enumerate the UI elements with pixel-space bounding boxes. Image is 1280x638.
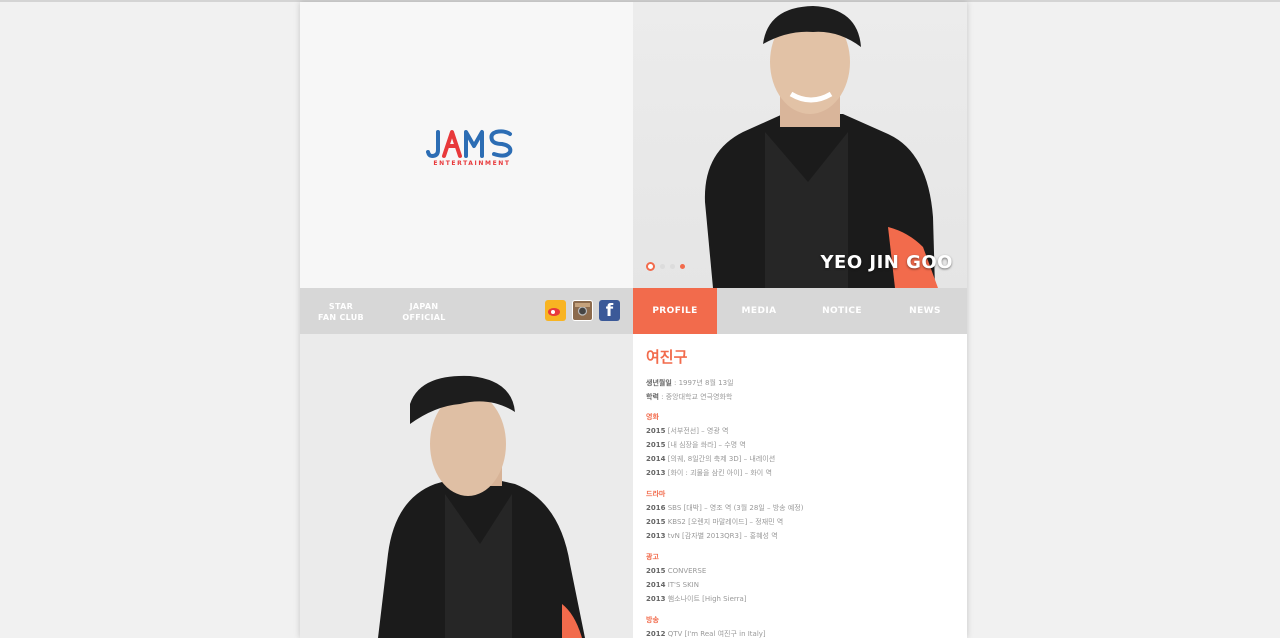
tab-profile[interactable]: PROFILE [633, 288, 717, 340]
slide-dot-3[interactable] [670, 264, 675, 269]
instagram-icon[interactable] [572, 300, 593, 321]
ad-item-3: 2013 햄소나이트 [High Sierra] [646, 595, 747, 603]
tab-news[interactable]: NEWS [883, 288, 967, 334]
movie-item-3: 2014 [의궤, 8일간의 축제 3D] – 내레이션 [646, 455, 776, 463]
jams-logo[interactable]: ENTERTAINMENT [426, 128, 518, 172]
movie-item-4: 2013 [화이 : 괴물을 삼킨 아이] – 화이 역 [646, 469, 772, 477]
slide-dot-2[interactable] [660, 264, 665, 269]
profile-photo [300, 334, 633, 638]
profile-portrait-image [378, 375, 585, 638]
section-ad-title: 광고 [646, 553, 659, 561]
weibo-icon[interactable] [545, 300, 566, 321]
broadcast-item-1: 2012 QTV [I'm Real 여진구 in Italy] [646, 630, 766, 638]
left-nav-bar: STAR FAN CLUB JAPAN OFFICIAL f [300, 288, 633, 334]
drama-item-1: 2016 SBS [대박] – 영조 역 (3월 28일 – 방송 예정) [646, 504, 804, 512]
ad-item-2: 2014 IT'S SKIN [646, 581, 699, 589]
slide-indicators [646, 262, 685, 271]
logo-panel: ENTERTAINMENT [300, 2, 633, 288]
birth-row: 생년월일 : 1997년 8월 13일 [646, 379, 734, 387]
logo-subtitle: ENTERTAINMENT [433, 160, 511, 167]
page-container: ENTERTAINMENT YEO JIN GOO STAR FAN CLUB [300, 2, 967, 638]
profile-name: 여진구 [646, 348, 688, 366]
ad-item-1: 2015 CONVERSE [646, 567, 707, 575]
slide-dot-1[interactable] [646, 262, 655, 271]
hero-portrait-image [704, 6, 938, 288]
hero-name-label: YEO JIN GOO [820, 252, 953, 273]
section-broadcast-title: 방송 [646, 616, 659, 624]
education-row: 학력 : 중앙대학교 연극영화학 [646, 393, 733, 401]
hero-slideshow[interactable]: YEO JIN GOO [633, 2, 967, 288]
tab-bar: PROFILE MEDIA NOTICE NEWS [633, 288, 967, 340]
drama-item-2: 2015 KBS2 [오렌지 마말레이드] – 정재민 역 [646, 518, 784, 526]
section-movie-title: 영화 [646, 413, 659, 421]
drama-item-3: 2013 tvN [감자별 2013QR3] – 홍혜성 역 [646, 532, 778, 540]
slide-dot-4[interactable] [680, 264, 685, 269]
profile-panel: 여진구 생년월일 : 1997년 8월 13일 학력 : 중앙대학교 연극영화학… [633, 334, 967, 638]
movie-item-1: 2015 [서부전선] – 영광 역 [646, 427, 729, 435]
facebook-icon[interactable]: f [599, 300, 620, 321]
movie-item-2: 2015 [내 심장을 쏴라] – 수명 역 [646, 441, 746, 449]
tab-notice[interactable]: NOTICE [800, 288, 884, 334]
star-fanclub-link[interactable]: STAR FAN CLUB [306, 301, 376, 323]
tab-media[interactable]: MEDIA [717, 288, 801, 334]
section-drama-title: 드라마 [646, 490, 666, 498]
japan-official-link[interactable]: JAPAN OFFICIAL [389, 301, 459, 323]
